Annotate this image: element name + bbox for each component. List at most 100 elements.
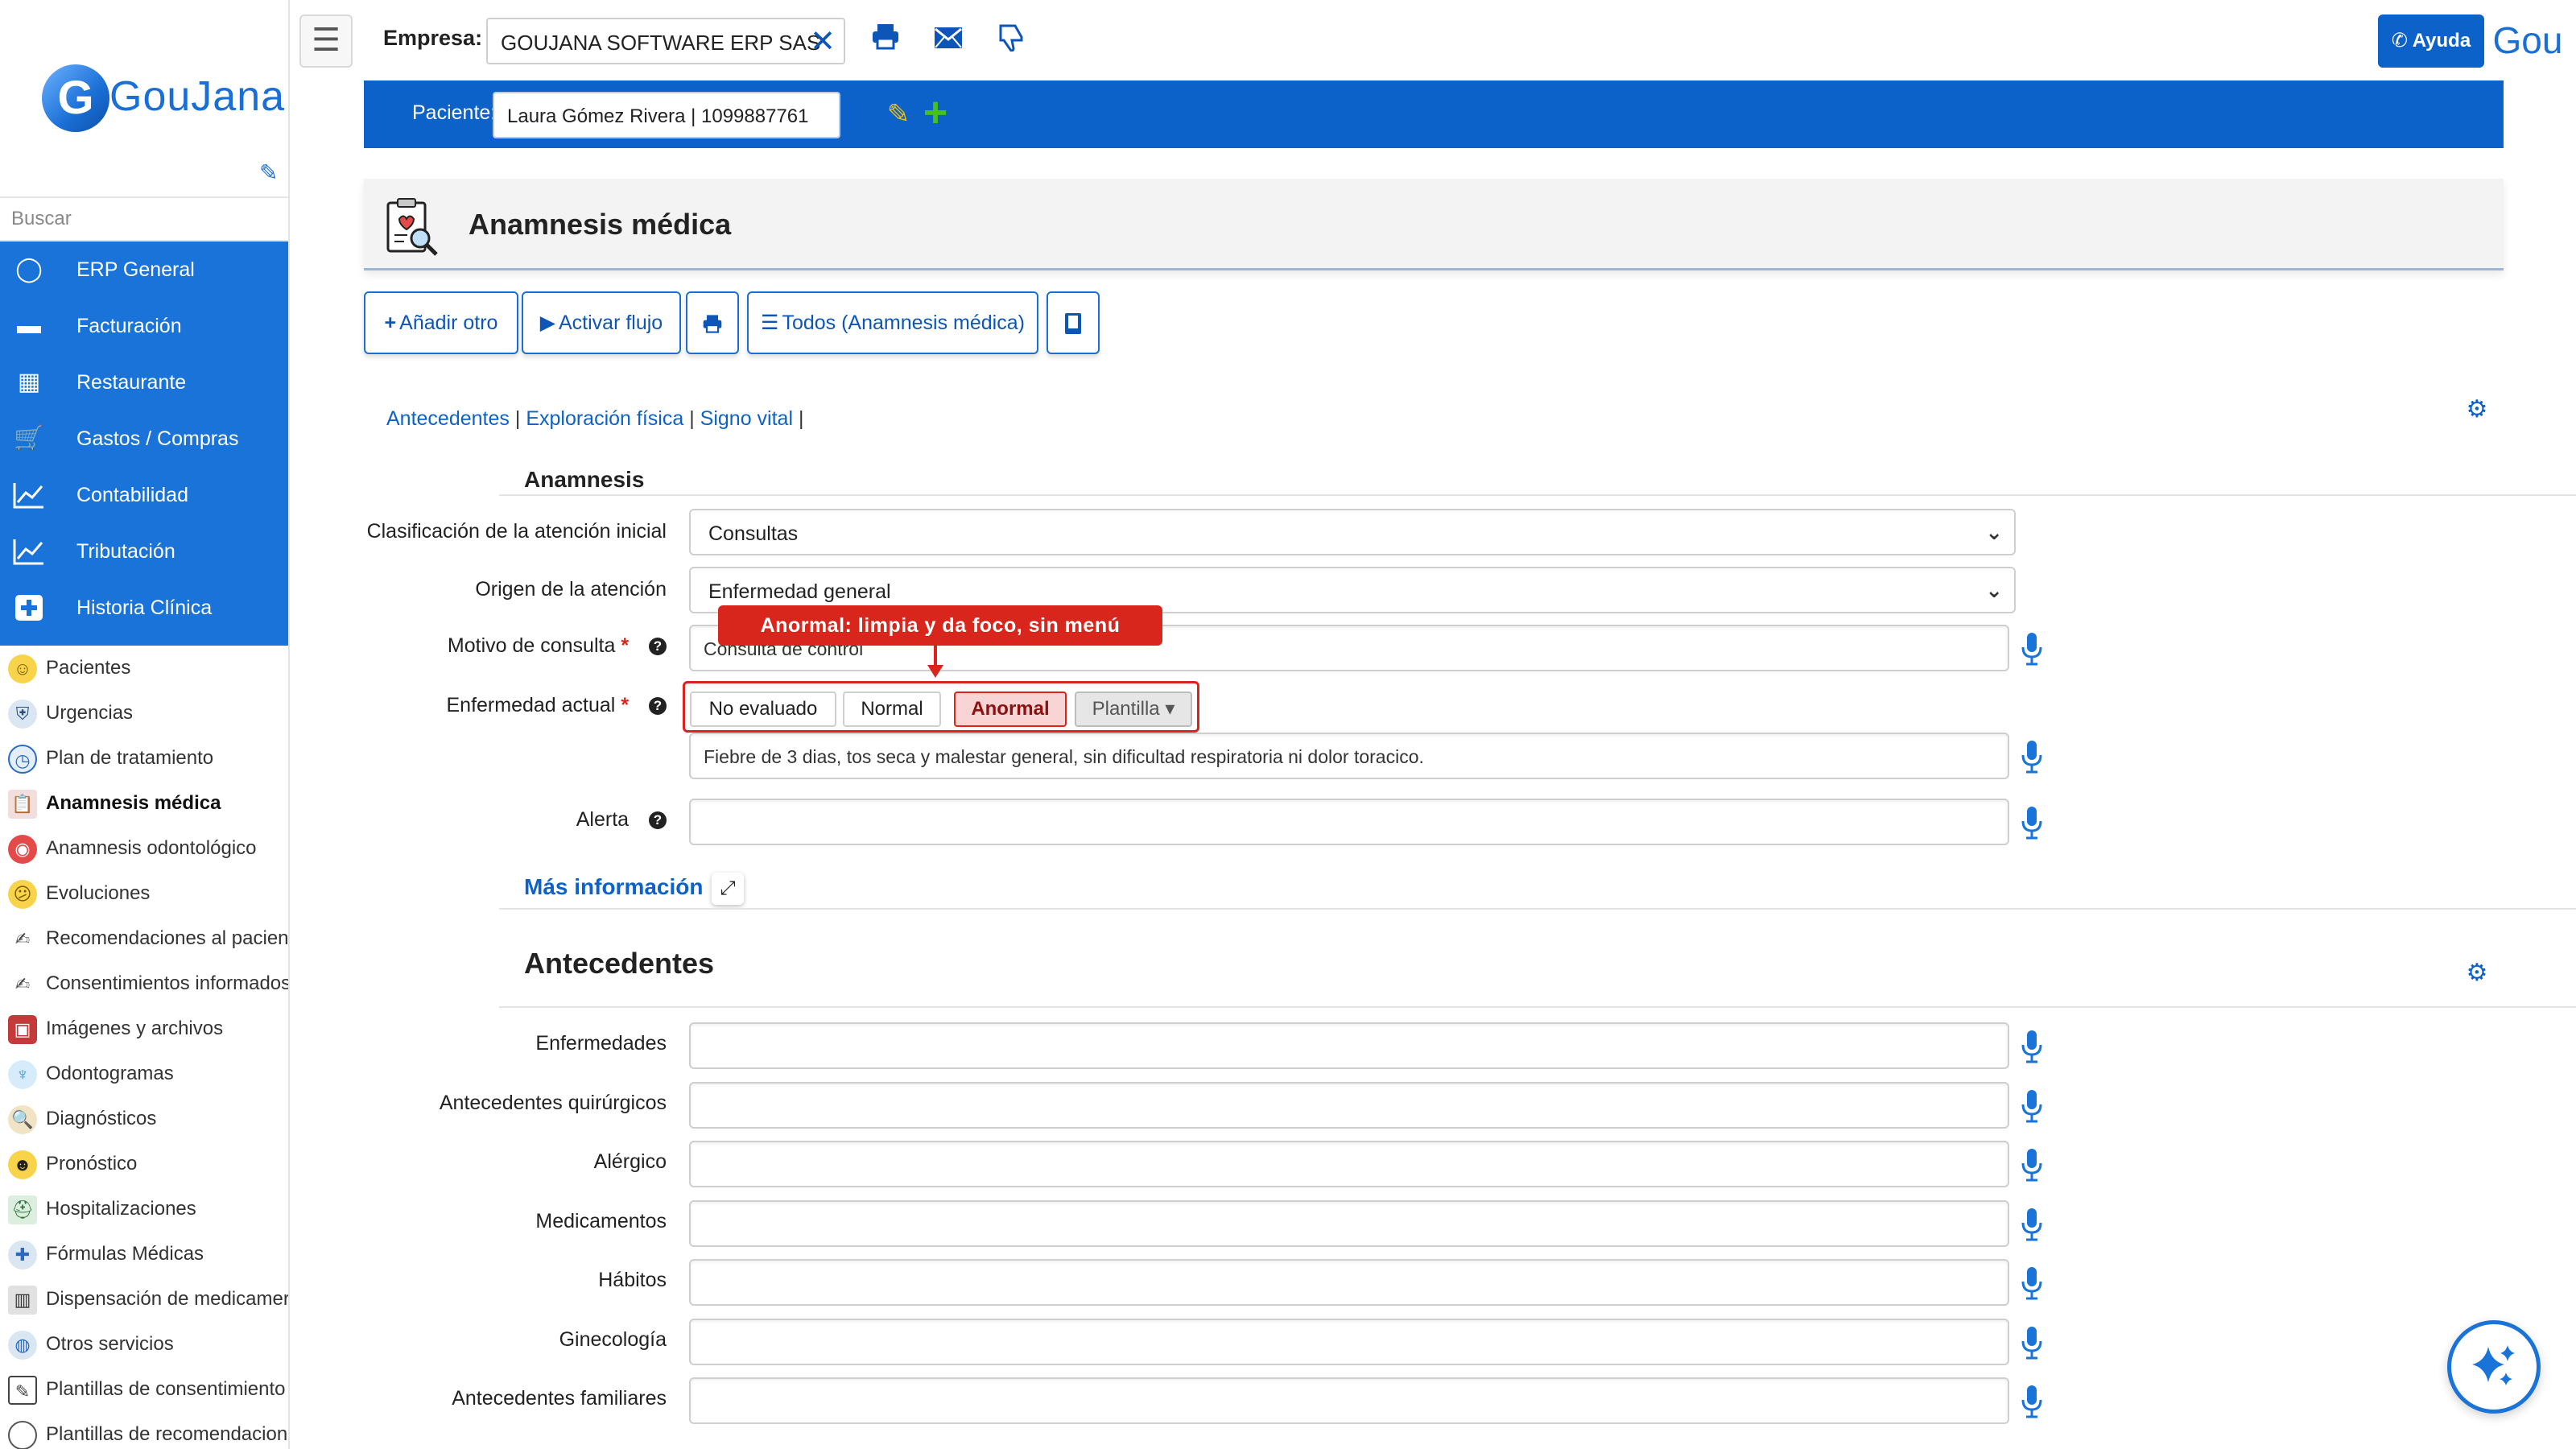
sidebar-item-tributacion[interactable]: Tributación — [0, 523, 288, 580]
antecedente-input[interactable] — [689, 1259, 2009, 1306]
sidebar-item-contabilidad[interactable]: Contabilidad — [0, 467, 288, 523]
sidebar-item-imagenes-archivos[interactable]: ▣ Imágenes y archivos — [0, 1006, 288, 1051]
sidebar-item-diagnosticos[interactable]: 🔍 Diagnósticos — [0, 1096, 288, 1141]
sidebar-item-plantillas-recomendacion[interactable]: Plantillas de recomendacion — [0, 1412, 288, 1449]
antecedente-label-wrap: Hábitos — [354, 1269, 667, 1301]
antecedente-input[interactable] — [689, 1199, 2009, 1247]
add-another-button[interactable]: + Añadir otro — [364, 291, 518, 354]
antecedente-input[interactable] — [689, 1318, 2009, 1365]
paciente-select[interactable]: Laura Gómez Rivera | 1099887761 — [493, 92, 840, 138]
sidebar-item-hospitalizaciones[interactable]: ⛑ Hospitalizaciones — [0, 1187, 288, 1232]
ayuda-label: Ayuda — [2412, 30, 2471, 52]
gear-icon[interactable]: ⚙ — [2463, 960, 2491, 987]
antecedente-input[interactable] — [689, 1081, 2009, 1129]
plantilla-dropdown[interactable]: Plantilla ▾ — [1075, 691, 1192, 727]
microphone-icon[interactable] — [2019, 1325, 2045, 1360]
hamburger-menu-icon[interactable]: ☰ — [299, 14, 353, 68]
origen-value: Enfermedad general — [708, 580, 891, 603]
sidebar-item-erp-general[interactable]: ◯ ERP General — [0, 242, 288, 298]
link-antecedentes[interactable]: Antecedentes — [386, 407, 510, 430]
clear-icon[interactable]: ✕ — [807, 23, 839, 61]
sidebar-item-historia-clinica[interactable]: Historia Clínica — [0, 580, 288, 636]
help-icon[interactable]: ? — [649, 697, 667, 715]
link-exploracion-fisica[interactable]: Exploración física — [526, 407, 683, 430]
antecedente-input[interactable] — [689, 1141, 2009, 1187]
document-pen-icon: ✎ — [8, 1376, 37, 1405]
sidebar-item-dispensacion[interactable]: ▥ Dispensación de medicamer — [0, 1277, 288, 1322]
sidebar-item-label: Plantillas de recomendacion — [46, 1423, 288, 1445]
required-mark: * — [621, 634, 630, 657]
ai-assistant-button[interactable] — [2447, 1320, 2541, 1414]
activate-flow-label: Activar flujo — [559, 312, 663, 334]
empresa-select[interactable]: GOUJANA SOFTWARE ERP SAS ✕ — [486, 18, 845, 64]
ayuda-whatsapp-button[interactable]: ✆ Ayuda — [2378, 14, 2484, 68]
sidebar-search-input[interactable]: Buscar — [0, 196, 288, 242]
hospital-bed-icon: ⛑ — [8, 1195, 37, 1224]
goujana-logo[interactable]: G GouJana — [42, 58, 284, 138]
thumbs-down-icon[interactable] — [993, 23, 1029, 58]
sidebar-item-plan-tratamiento[interactable]: ◷ Plan de tratamiento — [0, 736, 288, 781]
book-icon — [1064, 312, 1082, 335]
print-icon[interactable] — [868, 23, 903, 58]
sidebar-item-pronostico[interactable]: ☻ Pronóstico — [0, 1141, 288, 1187]
avatar[interactable]: Gou — [2487, 13, 2568, 68]
microphone-icon[interactable] — [2019, 1265, 2045, 1301]
add-patient-plus-icon[interactable]: + — [918, 92, 953, 134]
antecedente-label: Hábitos — [598, 1269, 667, 1291]
clasificacion-label: Clasificación de la atención inicial — [366, 520, 667, 543]
sidebar-item-label: Contabilidad — [76, 484, 188, 506]
normal-button[interactable]: Normal — [843, 691, 941, 727]
microphone-icon[interactable] — [2019, 631, 2045, 667]
microphone-icon[interactable] — [2019, 1384, 2045, 1419]
help-icon[interactable]: ? — [649, 638, 667, 655]
microphone-icon[interactable] — [2019, 1088, 2045, 1124]
antecedente-input[interactable] — [689, 1377, 2009, 1424]
microphone-icon[interactable] — [2019, 1029, 2045, 1064]
sidebar-item-gastos-compras[interactable]: 🛒 Gastos / Compras — [0, 411, 288, 467]
sidebar-item-urgencias[interactable]: ⛨ Urgencias — [0, 691, 288, 736]
sidebar-item-facturacion[interactable]: ▬ Facturación — [0, 298, 288, 354]
sidebar-item-anamnesis-medica[interactable]: 📋 Anamnesis médica — [0, 781, 288, 826]
edit-patient-pencil-icon[interactable]: ✎ — [882, 98, 914, 130]
main-module-menu: ◯ ERP General ▬ Facturación ▦ Restaurant… — [0, 242, 288, 646]
plus-icon: + — [384, 312, 397, 334]
sidebar-item-formulas-medicas[interactable]: ✚ Fórmulas Médicas — [0, 1232, 288, 1277]
link-separator: | — [689, 407, 695, 430]
microphone-icon[interactable] — [2019, 1147, 2045, 1183]
magnifier-icon: 🔍 — [8, 1105, 37, 1134]
gear-icon[interactable]: ⚙ — [2463, 396, 2491, 423]
sidebar-item-otros-servicios[interactable]: ◍ Otros servicios — [0, 1322, 288, 1367]
sidebar-item-anamnesis-odontologico[interactable]: ◉ Anamnesis odontológico — [0, 826, 288, 871]
sidebar-item-consentimientos[interactable]: ✍ Consentimientos informados — [0, 961, 288, 1006]
activate-flow-button[interactable]: ▶ Activar flujo — [522, 291, 681, 354]
mas-informacion-link[interactable]: Más información — [524, 874, 703, 900]
sidebar: G GouJana ✎ Buscar ◯ ERP General ▬ Factu… — [0, 0, 290, 1449]
antecedente-input[interactable] — [689, 1022, 2009, 1069]
section-divider — [499, 1006, 2576, 1008]
all-anamnesis-button[interactable]: ☰ Todos (Anamnesis médica) — [747, 291, 1038, 354]
expand-icon[interactable]: ⤢ — [712, 873, 744, 905]
book-button[interactable] — [1046, 291, 1100, 354]
circle-notch-icon: ◯ — [15, 256, 43, 283]
sidebar-item-restaurante[interactable]: ▦ Restaurante — [0, 354, 288, 411]
sidebar-item-recomendaciones[interactable]: ✍ Recomendaciones al pacien — [0, 916, 288, 961]
antecedente-label: Alérgico — [593, 1150, 667, 1173]
clasificacion-select[interactable]: Consultas ⌄ — [689, 509, 2016, 555]
sidebar-item-label: Gastos / Compras — [76, 427, 239, 450]
link-signo-vital[interactable]: Signo vital — [700, 407, 793, 430]
sidebar-item-plantillas-consentimiento[interactable]: ✎ Plantillas de consentimiento — [0, 1367, 288, 1412]
enfermedad-actual-input[interactable]: Fiebre de 3 dias, tos seca y malestar ge… — [689, 733, 2009, 779]
no-evaluado-button[interactable]: No evaluado — [690, 691, 836, 727]
pencil-icon[interactable]: ✎ — [259, 159, 283, 185]
microphone-icon[interactable] — [2019, 1207, 2045, 1242]
sidebar-item-evoluciones[interactable]: 😕 Evoluciones — [0, 871, 288, 916]
help-icon[interactable]: ? — [649, 811, 667, 829]
anormal-button[interactable]: Anormal — [954, 691, 1067, 727]
email-icon[interactable] — [931, 23, 966, 58]
sidebar-item-odontogramas[interactable]: ♆ Odontogramas — [0, 1051, 288, 1096]
print-button[interactable] — [686, 291, 739, 354]
microphone-icon[interactable] — [2019, 739, 2045, 774]
sidebar-item-pacientes[interactable]: ☺ Pacientes — [0, 646, 288, 691]
microphone-icon[interactable] — [2019, 805, 2045, 840]
alerta-input[interactable] — [689, 799, 2009, 845]
